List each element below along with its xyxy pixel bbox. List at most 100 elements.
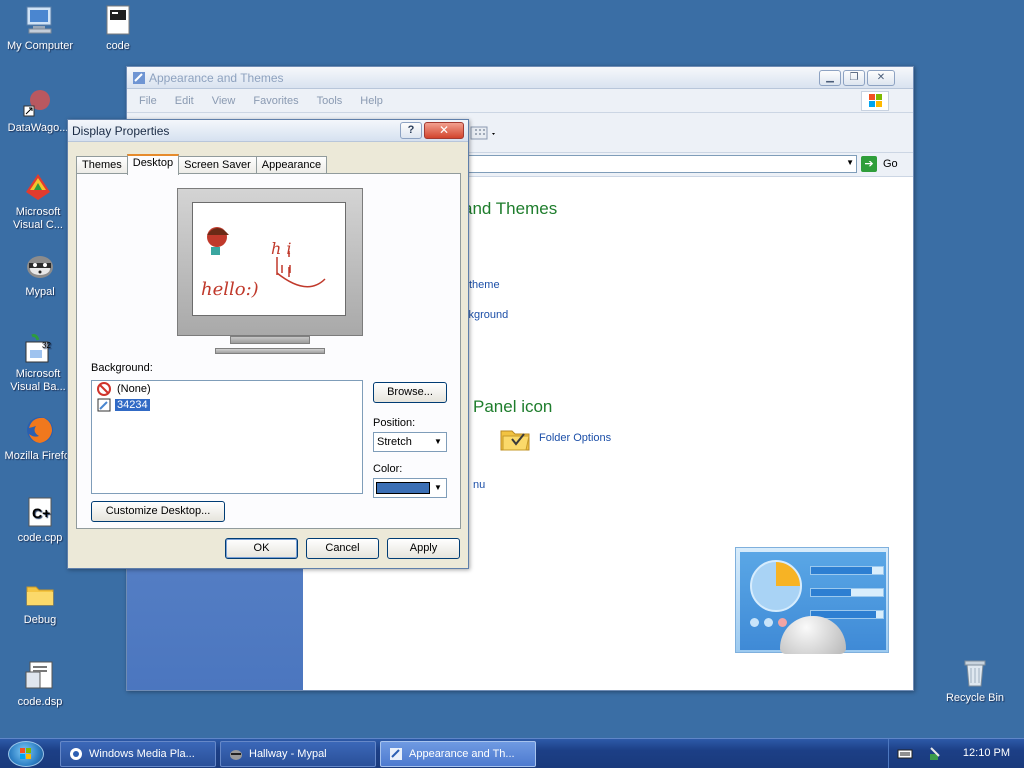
- start-menu-link[interactable]: nu: [473, 479, 485, 491]
- monitor-foot: [215, 348, 325, 354]
- media-player-icon: [69, 747, 83, 761]
- desktop-icon-label: Microsoft Visual C...: [13, 206, 63, 231]
- views-button[interactable]: [469, 123, 499, 143]
- menu-tools[interactable]: Tools: [317, 95, 343, 107]
- executable-icon: [102, 4, 134, 36]
- bitmap-icon: [97, 398, 111, 412]
- position-label: Position:: [373, 417, 416, 429]
- go-button[interactable]: ➔ Go: [861, 155, 898, 173]
- cancel-button[interactable]: Cancel: [306, 538, 379, 559]
- preview-screen: hello:) h i: [192, 202, 346, 316]
- taskbar-item-media-player[interactable]: Windows Media Pla...: [60, 741, 216, 767]
- none-icon: [97, 382, 111, 396]
- explorer-title: Appearance and Themes: [149, 70, 284, 85]
- taskbar-item-label: Windows Media Pla...: [89, 748, 195, 760]
- menu-favorites[interactable]: Favorites: [253, 95, 298, 107]
- dialog-title: Display Properties: [72, 123, 170, 138]
- desktop-icon-code-dsp[interactable]: code.dsp: [2, 660, 78, 709]
- change-theme-link[interactable]: theme: [469, 279, 500, 291]
- desktop-icon-label: code.dsp: [17, 696, 63, 708]
- desktop-icon-datawago[interactable]: DataWago...: [0, 86, 76, 135]
- taskbar-item-appearance[interactable]: Appearance and Th...: [380, 741, 536, 767]
- windows-logo-icon: [20, 748, 31, 759]
- cpp-file-icon: C+: [24, 496, 56, 528]
- desktop-tab-panel: hello:) h i Background: (None) 34234 Bro…: [76, 173, 461, 529]
- customize-desktop-button[interactable]: Customize Desktop...: [91, 501, 225, 522]
- dot-icon: [750, 618, 759, 627]
- chevron-down-icon[interactable]: ▼: [431, 434, 445, 450]
- maximize-button[interactable]: ❐: [843, 70, 865, 86]
- menu-bar: File Edit View Favorites Tools Help: [127, 89, 913, 113]
- views-icon: [470, 126, 495, 140]
- menu-file[interactable]: File: [139, 95, 157, 107]
- tab-desktop[interactable]: Desktop: [126, 154, 180, 175]
- folder-options-link: Folder Options: [539, 432, 612, 444]
- color-swatch: [376, 482, 430, 494]
- svg-text:32: 32: [42, 341, 51, 350]
- menu-help[interactable]: Help: [360, 95, 383, 107]
- desktop-icon-label: Microsoft Visual Ba...: [10, 368, 66, 393]
- chevron-down-icon[interactable]: ▼: [431, 480, 445, 496]
- explorer-titlebar[interactable]: Appearance and Themes ▁ ❐ ✕: [127, 67, 913, 89]
- folder-icon: [24, 578, 56, 610]
- dialog-close-button[interactable]: ✕: [424, 122, 464, 139]
- folder-options-icon: [500, 430, 530, 451]
- ok-button[interactable]: OK: [225, 538, 298, 559]
- desktop-icon-label: DataWago...: [7, 122, 69, 134]
- tab-appearance[interactable]: Appearance: [255, 156, 328, 174]
- desktop-icon-my-computer[interactable]: My Computer: [2, 4, 78, 53]
- dot-icon: [764, 618, 773, 627]
- dsp-file-icon: [24, 660, 56, 692]
- tab-screen-saver[interactable]: Screen Saver: [178, 156, 257, 174]
- desktop-icon-label: code: [106, 40, 130, 52]
- menu-view[interactable]: View: [212, 95, 236, 107]
- desktop-icon-visual-c[interactable]: Microsoft Visual C...: [0, 170, 76, 232]
- dialog-titlebar[interactable]: Display Properties ? ✕: [68, 120, 468, 142]
- folder-options-item[interactable]: Folder Options: [499, 423, 611, 453]
- computer-icon: [24, 4, 56, 36]
- mypal-raccoon-icon: [229, 747, 243, 761]
- preview-hi-text: h i: [271, 239, 292, 258]
- list-item-label: 34234: [115, 399, 150, 411]
- control-panel-icon-heading: Panel icon: [473, 397, 553, 416]
- list-item[interactable]: 34234: [92, 397, 362, 413]
- desktop-icon-visual-basic[interactable]: 32 Microsoft Visual Ba...: [0, 332, 76, 394]
- tab-strip: Themes Desktop Screen Saver Appearance: [76, 154, 328, 175]
- minimize-button[interactable]: ▁: [819, 70, 841, 86]
- desktop-icon-label: Debug: [23, 614, 57, 626]
- help-button[interactable]: ?: [400, 122, 422, 139]
- position-value: Stretch: [377, 436, 412, 448]
- background-list[interactable]: (None) 34234: [91, 380, 363, 494]
- taskbar-item-label: Appearance and Th...: [409, 748, 515, 760]
- taskbar: Windows Media Pla... Hallway - Mypal App…: [0, 738, 1024, 768]
- start-button[interactable]: [8, 741, 44, 767]
- chevron-down-icon[interactable]: ▼: [846, 158, 854, 167]
- position-select[interactable]: Stretch ▼: [373, 432, 447, 452]
- visual-basic-icon: 32: [22, 332, 54, 364]
- change-background-link[interactable]: ckground: [463, 309, 508, 321]
- list-item[interactable]: (None): [92, 381, 362, 397]
- menu-edit[interactable]: Edit: [175, 95, 194, 107]
- apply-button[interactable]: Apply: [387, 538, 460, 559]
- control-panel-illustration: [735, 547, 889, 654]
- browse-button[interactable]: Browse...: [373, 382, 447, 403]
- address-input[interactable]: ▼: [467, 155, 857, 173]
- go-arrow-icon: ➔: [861, 156, 877, 172]
- background-label: Background:: [91, 362, 153, 374]
- close-button[interactable]: ✕: [867, 70, 895, 86]
- go-label: Go: [883, 158, 898, 170]
- pick-task-heading: and Themes: [463, 199, 558, 218]
- desktop-icon-code[interactable]: code: [80, 4, 156, 53]
- desktop-icon-debug[interactable]: Debug: [2, 578, 78, 627]
- monitor-neck: [230, 336, 310, 344]
- keyboard-icon[interactable]: [897, 748, 913, 763]
- color-picker[interactable]: ▼: [373, 478, 447, 498]
- desktop-icon-recycle-bin[interactable]: Recycle Bin: [937, 656, 1013, 705]
- visual-cpp-icon: [22, 170, 54, 202]
- network-icon[interactable]: [927, 746, 943, 765]
- tab-themes[interactable]: Themes: [76, 156, 128, 174]
- taskbar-item-mypal[interactable]: Hallway - Mypal: [220, 741, 376, 767]
- clock[interactable]: 12:10 PM: [963, 747, 1010, 759]
- taskbar-item-label: Hallway - Mypal: [249, 748, 327, 760]
- list-item-label: (None): [117, 383, 151, 395]
